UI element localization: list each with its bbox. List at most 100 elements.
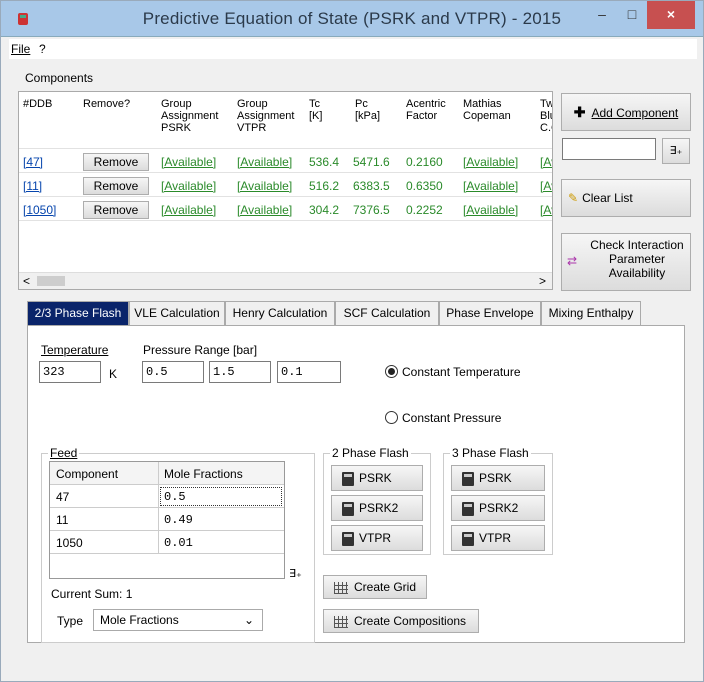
twu-link[interactable]: [Av [540, 179, 552, 193]
tab-phase-flash[interactable]: 2/3 Phase Flash [27, 301, 129, 325]
calculator-icon [462, 471, 474, 486]
af-value: 0.2160 [406, 155, 443, 169]
menu-file[interactable]: File [11, 42, 30, 56]
feed-header-row: Component Mole Fractions [50, 462, 284, 485]
psrk-2phase-button[interactable]: PSRK [331, 465, 423, 491]
create-grid-button[interactable]: Create Grid [323, 575, 427, 599]
interaction-icon: ⇄ [567, 254, 578, 268]
col-header-mathias: Mathias Copeman [463, 98, 511, 122]
col-header-pc: Pc [kPa] [355, 98, 381, 122]
minimize-button[interactable]: – [589, 1, 615, 29]
psrk2-3phase-button[interactable]: PSRK2 [451, 495, 545, 521]
grid-icon [334, 615, 348, 628]
table-row: 1050 0.01 [50, 531, 284, 554]
current-sum-label: Current Sum: 1 [51, 587, 133, 601]
twu-link[interactable]: [Av [540, 155, 552, 169]
col-header-tc: Tc [K] [309, 98, 323, 122]
menu-help[interactable]: ? [39, 42, 46, 56]
add-list-icon: ∃₊ [669, 145, 683, 157]
temperature-input[interactable] [39, 361, 101, 383]
components-label: Components [25, 71, 94, 85]
scroll-right-icon[interactable]: > [539, 274, 546, 288]
psrk-3phase-button[interactable]: PSRK [451, 465, 545, 491]
tab-mixing-enthalpy[interactable]: Mixing Enthalpy [541, 301, 641, 325]
close-button[interactable]: × [647, 1, 695, 29]
psrk-link[interactable]: [Available] [161, 203, 216, 217]
add-list-icon[interactable]: ∃₊ [289, 567, 302, 580]
component-search-input[interactable] [562, 138, 656, 160]
constant-temperature-radio[interactable] [385, 365, 398, 378]
feed-component-cell: 11 [56, 513, 69, 527]
create-compositions-button[interactable]: Create Compositions [323, 609, 479, 633]
calculator-icon [462, 501, 474, 516]
menu-bar: File ? [9, 39, 697, 59]
scroll-left-icon[interactable]: < [23, 274, 30, 288]
col-header-psrk: Group Assignment PSRK [161, 98, 219, 134]
constant-pressure-label: Constant Pressure [402, 411, 502, 425]
feed-fraction-cell[interactable]: 0.5 [158, 485, 284, 508]
pc-value: 7376.5 [353, 203, 390, 217]
remove-button[interactable]: Remove [83, 153, 149, 171]
mc-link[interactable]: [Available] [463, 179, 518, 193]
scroll-thumb[interactable] [37, 276, 65, 286]
vtpr-link[interactable]: [Available] [237, 203, 292, 217]
af-value: 0.6350 [406, 179, 443, 193]
calculator-icon [342, 531, 354, 546]
three-phase-label: 3 Phase Flash [450, 446, 531, 460]
calculator-icon [462, 531, 474, 546]
pressure-step-input[interactable] [277, 361, 341, 383]
pressure-to-input[interactable] [209, 361, 271, 383]
vtpr-3phase-button[interactable]: VTPR [451, 525, 545, 551]
title-bar: Predictive Equation of State (PSRK and V… [1, 1, 703, 37]
check-interaction-button[interactable]: ⇄ Check Interaction Parameter Availabilit… [561, 233, 691, 291]
twu-link[interactable]: [Av [540, 203, 552, 217]
feed-fraction-cell[interactable]: 0.49 [158, 508, 284, 531]
remove-button[interactable]: Remove [83, 177, 149, 195]
ddb-link[interactable]: [47] [23, 155, 43, 169]
maximize-button[interactable]: □ [619, 1, 645, 29]
constant-pressure-radio[interactable] [385, 411, 398, 424]
temperature-unit: K [109, 367, 118, 381]
psrk-link[interactable]: [Available] [161, 179, 216, 193]
add-component-button[interactable]: ✚ Add Component [561, 93, 691, 131]
clear-list-button[interactable]: ✎ Clear List [561, 179, 691, 217]
feed-fraction-cell[interactable]: 0.01 [158, 531, 284, 554]
pressure-range-label: Pressure Range [bar] [143, 343, 258, 357]
col-header-remove: Remove? [83, 98, 131, 110]
constant-temperature-label: Constant Temperature [402, 365, 521, 379]
pressure-from-input[interactable] [142, 361, 204, 383]
tab-phase-envelope[interactable]: Phase Envelope [439, 301, 541, 325]
tab-henry[interactable]: Henry Calculation [225, 301, 335, 325]
table-row: 11 0.49 [50, 508, 284, 531]
grid-icon [334, 581, 348, 594]
two-phase-label: 2 Phase Flash [330, 446, 411, 460]
ddb-link[interactable]: [11] [23, 179, 42, 193]
vtpr-link[interactable]: [Available] [237, 179, 292, 193]
af-value: 0.2252 [406, 203, 443, 217]
feed-label: Feed [48, 446, 80, 460]
status-bar [9, 659, 697, 675]
mc-link[interactable]: [Available] [463, 203, 518, 217]
psrk-link[interactable]: [Available] [161, 155, 216, 169]
psrk2-2phase-button[interactable]: PSRK2 [331, 495, 423, 521]
feed-header-mole-fractions: Mole Fractions [158, 462, 284, 485]
ddb-link[interactable]: [1050] [23, 203, 56, 217]
type-select[interactable]: Mole Fractions ⌄ [93, 609, 263, 631]
col-header-acentric: Acentric Factor [406, 98, 446, 122]
components-table: #DDB Remove? Group Assignment PSRK Group… [18, 91, 553, 290]
tc-value: 516.2 [309, 179, 340, 193]
mc-link[interactable]: [Available] [463, 155, 518, 169]
type-label: Type [57, 614, 84, 628]
add-from-list-button[interactable]: ∃₊ [662, 138, 690, 164]
vtpr-link[interactable]: [Available] [237, 155, 292, 169]
pc-value: 5471.6 [353, 155, 390, 169]
remove-button[interactable]: Remove [83, 201, 149, 219]
col-header-vtpr: Group Assignment VTPR [237, 98, 295, 134]
tc-value: 536.4 [309, 155, 340, 169]
horizontal-scrollbar[interactable]: < > [19, 272, 552, 289]
pc-value: 6383.5 [353, 179, 390, 193]
plus-icon: ✚ [573, 104, 586, 120]
vtpr-2phase-button[interactable]: VTPR [331, 525, 423, 551]
tab-scf[interactable]: SCF Calculation [335, 301, 439, 325]
tab-vle[interactable]: VLE Calculation [129, 301, 225, 325]
